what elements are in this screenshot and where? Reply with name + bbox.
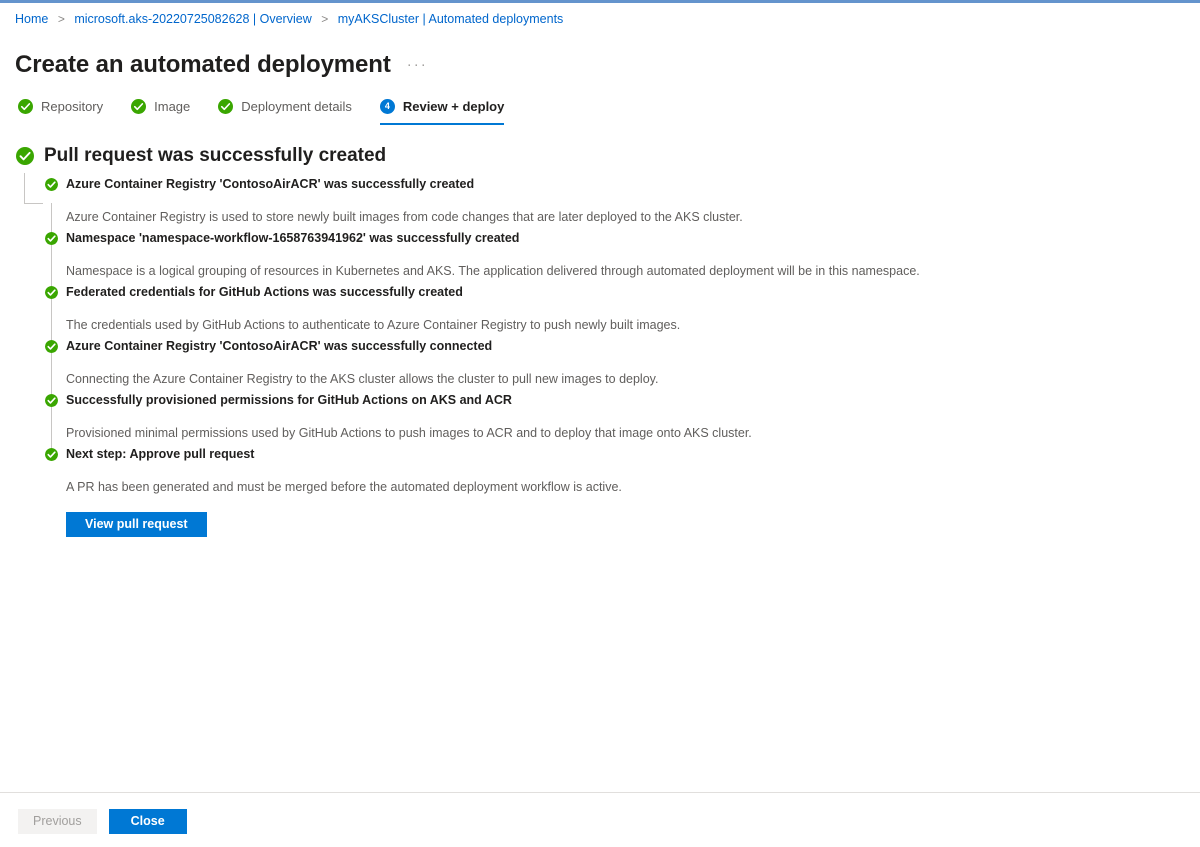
result-node-description: Azure Container Registry is used to stor… — [66, 210, 743, 224]
result-node: Namespace 'namespace-workflow-1658763941… — [0, 227, 1180, 281]
more-options-icon[interactable]: ··· — [407, 49, 428, 81]
result-node-header: Successfully provisioned permissions for… — [45, 389, 1180, 411]
title-row: Create an automated deployment ··· — [15, 33, 428, 97]
breadcrumb-separator-icon: > — [57, 12, 65, 26]
result-node-title: Azure Container Registry 'ContosoAirACR'… — [66, 177, 475, 191]
result-node-title: Next step: Approve pull request — [66, 447, 255, 461]
check-circle-icon — [45, 231, 58, 245]
check-circle-icon — [45, 177, 58, 191]
breadcrumb-separator-icon: > — [321, 12, 329, 26]
check-circle-icon — [16, 147, 34, 165]
result-node-title: Namespace 'namespace-workflow-1658763941… — [66, 231, 520, 245]
result-node-header: Azure Container Registry 'ContosoAirACR'… — [45, 335, 1180, 357]
tab-label: Review + deploy — [402, 99, 505, 114]
result-heading-label: Pull request was successfully created — [44, 145, 387, 166]
result-node-description: A PR has been generated and must be merg… — [66, 480, 622, 494]
result-node-header: Namespace 'namespace-workflow-1658763941… — [45, 227, 1180, 249]
breadcrumb-item-cluster[interactable]: myAKSCluster | Automated deployments — [338, 12, 564, 26]
tab-image[interactable]: Image — [131, 99, 190, 125]
footer-divider — [0, 792, 1200, 793]
tab-label: Deployment details — [241, 99, 352, 114]
result-node-action: View pull request — [66, 512, 1180, 537]
result-node-header: Azure Container Registry 'ContosoAirACR'… — [45, 173, 1180, 195]
result-node-next-step: Next step: Approve pull request A PR has… — [0, 443, 1180, 537]
previous-button[interactable]: Previous — [18, 809, 97, 834]
tab-label: Repository — [41, 99, 104, 114]
result-node-header: Federated credentials for GitHub Actions… — [45, 281, 1180, 303]
page-title: Create an automated deployment — [15, 51, 391, 79]
result-node-description: Namespace is a logical grouping of resou… — [66, 264, 920, 278]
result-node: Azure Container Registry 'ContosoAirACR'… — [0, 335, 1180, 389]
step-number-badge: 4 — [379, 99, 395, 114]
check-circle-icon — [45, 447, 58, 461]
result-node: Federated credentials for GitHub Actions… — [0, 281, 1180, 335]
result-node-description: The credentials used by GitHub Actions t… — [66, 318, 681, 332]
check-circle-icon — [131, 99, 147, 114]
tab-deployment-details[interactable]: Deployment details — [218, 99, 352, 125]
footer-actions: Previous Close — [18, 809, 187, 834]
check-circle-icon — [45, 339, 58, 353]
breadcrumb-item-resource-group[interactable]: microsoft.aks-20220725082628 | Overview — [74, 12, 311, 26]
wizard-tabs: Repository Image Deployment details 4 Re… — [18, 99, 532, 125]
tab-review-deploy[interactable]: 4 Review + deploy — [379, 99, 505, 125]
result-node: Successfully provisioned permissions for… — [0, 389, 1180, 443]
tab-repository[interactable]: Repository — [18, 99, 103, 125]
result-node-title: Azure Container Registry 'ContosoAirACR'… — [66, 339, 493, 353]
check-circle-icon — [45, 393, 58, 407]
result-tree-inner: Azure Container Registry 'ContosoAirACR'… — [0, 173, 1180, 537]
result-node-header: Next step: Approve pull request — [45, 443, 1180, 465]
result-node-title: Successfully provisioned permissions for… — [66, 393, 512, 407]
result-node-title: Federated credentials for GitHub Actions… — [66, 285, 463, 299]
breadcrumb: Home > microsoft.aks-20220725082628 | Ov… — [15, 10, 563, 28]
close-button[interactable]: Close — [108, 809, 187, 834]
result-node-description: Provisioned minimal permissions used by … — [66, 426, 752, 440]
check-circle-icon — [45, 285, 58, 299]
result-tree: Azure Container Registry 'ContosoAirACR'… — [0, 173, 1180, 537]
breadcrumb-item-home[interactable]: Home — [15, 12, 48, 26]
check-circle-icon — [18, 99, 33, 114]
tab-label: Image — [154, 99, 191, 114]
result-node-description: Connecting the Azure Container Registry … — [66, 372, 659, 386]
page-root: Home > microsoft.aks-20220725082628 | Ov… — [0, 3, 1200, 847]
view-pull-request-button[interactable]: View pull request — [66, 512, 207, 537]
result-heading: Pull request was successfully created — [16, 143, 386, 169]
check-circle-icon — [218, 99, 234, 114]
result-node: Azure Container Registry 'ContosoAirACR'… — [0, 173, 1180, 227]
